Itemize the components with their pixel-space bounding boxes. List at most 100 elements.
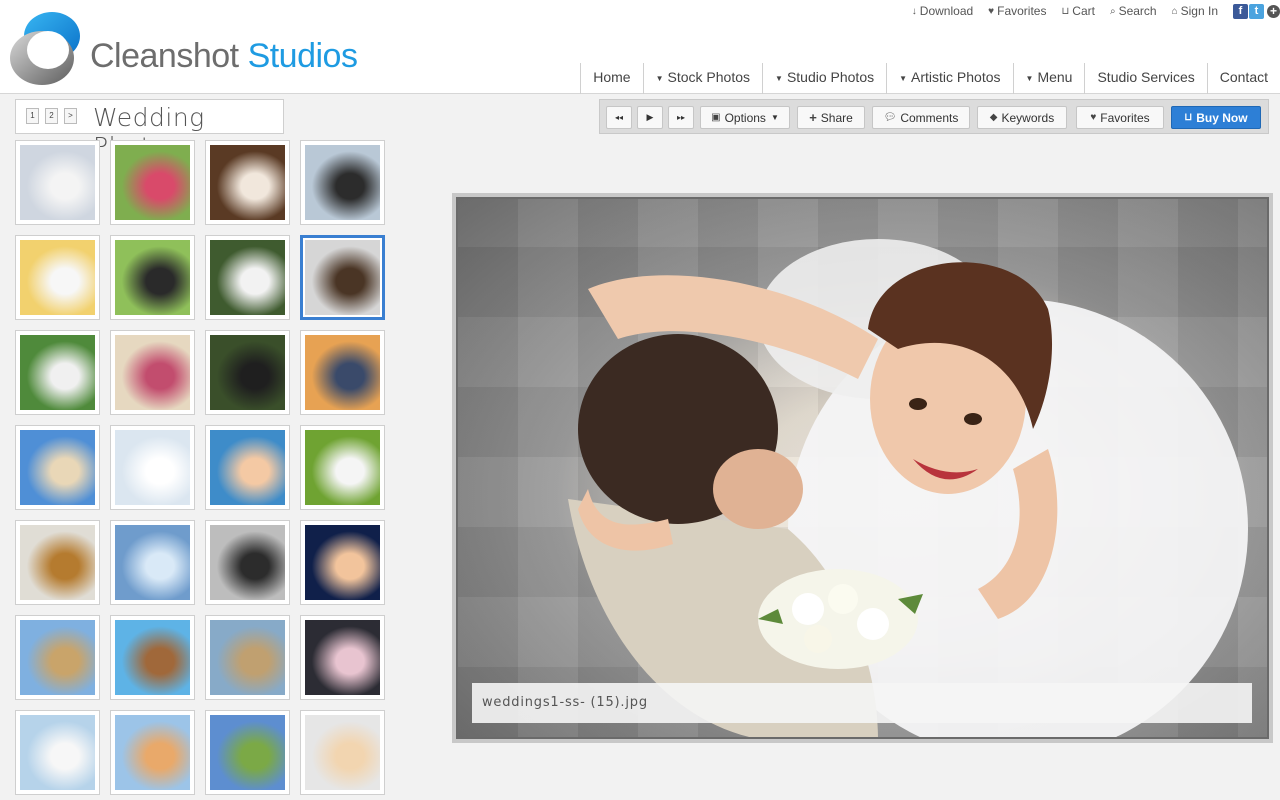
search-label: Search — [1118, 4, 1157, 18]
thumbnail-28[interactable] — [300, 710, 385, 795]
page-1-button[interactable]: 1 — [26, 108, 39, 124]
cart-label: Cart — [1072, 4, 1095, 18]
thumbnail-2[interactable] — [110, 140, 195, 225]
thumbnail-4[interactable] — [300, 140, 385, 225]
rewind-icon: ◂◂ — [614, 113, 624, 122]
comments-button[interactable]: 💬︎ Comments — [872, 106, 970, 129]
gallery-header: 1 2 > Wedding Photos — [15, 99, 284, 161]
thumbnail-10[interactable] — [110, 330, 195, 415]
options-dropdown[interactable]: ▣ Options ▼ — [700, 106, 790, 129]
add-share-icon[interactable]: + — [1267, 4, 1280, 18]
thumbnail-22[interactable] — [110, 615, 195, 700]
thumbnail-15[interactable] — [205, 425, 290, 510]
nav-studio-services[interactable]: Studio Services — [1084, 63, 1206, 94]
thumbnail-6[interactable] — [110, 235, 195, 320]
play-icon: ▶ — [646, 112, 654, 122]
search-link[interactable]: ⌕ Search — [1110, 4, 1157, 18]
logo-word-studios: Studios — [247, 37, 358, 75]
cart-icon: ⊔ — [1184, 112, 1193, 123]
twitter-icon[interactable]: t — [1249, 3, 1264, 19]
thumbnail-25[interactable] — [15, 710, 100, 795]
nav-label: Studio Photos — [786, 69, 875, 85]
keywords-label: Keywords — [1001, 110, 1055, 125]
buy-now-label: Buy Now — [1196, 110, 1248, 125]
chevron-down-icon: ▼ — [775, 73, 783, 83]
nav-studio-photos[interactable]: ▼ Studio Photos — [762, 63, 886, 94]
heart-icon: ♥ — [988, 5, 995, 17]
chevron-down-icon: ▼ — [770, 113, 779, 122]
couple-photo-illustration — [568, 239, 1248, 737]
thumbnail-9[interactable] — [15, 330, 100, 415]
nav-artistic-photos[interactable]: ▼ Artistic Photos — [886, 63, 1012, 94]
thumbnail-11[interactable] — [205, 330, 290, 415]
nav-label: Artistic Photos — [911, 69, 1001, 85]
page-2-button[interactable]: 2 — [45, 108, 58, 124]
social-links: f t + — [1233, 3, 1280, 19]
favorites-button[interactable]: ♥ Favorites — [1076, 106, 1164, 129]
thumbnail-image — [210, 240, 285, 315]
thumbnail-21[interactable] — [15, 615, 100, 700]
thumbnail-image — [115, 430, 190, 505]
thumbnail-20[interactable] — [300, 520, 385, 605]
thumbnail-12[interactable] — [300, 330, 385, 415]
site-logo[interactable]: Cleanshot Studios — [8, 10, 378, 86]
thumbnail-3[interactable] — [205, 140, 290, 225]
thumbnail-image — [115, 240, 190, 315]
download-link[interactable]: ↓ Download — [912, 4, 973, 18]
photo-filename: weddings1-ss- (15).jpg — [482, 695, 648, 710]
thumbnail-7[interactable] — [205, 235, 290, 320]
nav-stock-photos[interactable]: ▼ Stock Photos — [642, 63, 762, 94]
thumbnail-image — [20, 240, 95, 315]
thumbnail-image — [210, 715, 285, 790]
thumbnail-24[interactable] — [300, 615, 385, 700]
thumbnail-image — [115, 145, 190, 220]
sign-in-link[interactable]: ⌂ Sign In — [1172, 4, 1218, 18]
thumbnail-18[interactable] — [110, 520, 195, 605]
nav-label: Menu — [1037, 69, 1073, 85]
main-nav: Home ▼ Stock Photos ▼ Studio Photos ▼ Artistic… — [580, 63, 1280, 94]
cart-link[interactable]: ⊔ Cart — [1061, 4, 1094, 18]
thumbnail-image — [115, 335, 190, 410]
thumbnail-26[interactable] — [110, 710, 195, 795]
favorites-label: Favorites — [997, 4, 1047, 18]
thumbnail-image — [115, 620, 190, 695]
facebook-icon[interactable]: f — [1233, 3, 1248, 19]
thumbnail-image — [305, 715, 380, 790]
thumbnail-13[interactable] — [15, 425, 100, 510]
comment-icon: 💬︎ — [883, 112, 897, 123]
thumbnail-1[interactable] — [15, 140, 100, 225]
thumbnail-17[interactable] — [15, 520, 100, 605]
thumbnail-image — [20, 145, 95, 220]
thumbnail-27[interactable] — [205, 710, 290, 795]
search-icon: ⌕ — [1109, 5, 1116, 17]
thumbnail-image — [210, 145, 285, 220]
comments-label: Comments — [900, 110, 959, 125]
chevron-down-icon: ▼ — [655, 73, 664, 83]
next-page-button[interactable]: > — [64, 108, 77, 124]
thumbnail-16[interactable] — [300, 425, 385, 510]
thumbnail-image — [20, 715, 95, 790]
nav-contact[interactable]: Contact — [1206, 63, 1280, 94]
nav-home[interactable]: Home — [580, 63, 642, 94]
thumbnail-19[interactable] — [205, 520, 290, 605]
thumbnail-image — [305, 620, 380, 695]
nav-menu[interactable]: ▼ Menu — [1012, 63, 1085, 94]
buy-now-button[interactable]: ⊔ Buy Now — [1171, 106, 1261, 129]
main-photo[interactable]: weddings1-ss- (15).jpg — [456, 197, 1269, 739]
keywords-button[interactable]: ◆ Keywords — [977, 106, 1067, 129]
share-button[interactable]: + Share — [797, 106, 865, 129]
thumbnail-8[interactable] — [300, 235, 385, 320]
chevron-down-icon: ▼ — [1025, 73, 1034, 83]
site-header: Cleanshot Studios ↓ Download ♥ Favorites… — [0, 0, 1280, 94]
next-photo-button[interactable]: ▸▸ — [668, 106, 694, 129]
heart-icon: ♥ — [1090, 112, 1097, 123]
download-icon: ↓ — [911, 5, 917, 17]
thumbnail-14[interactable] — [110, 425, 195, 510]
thumbnail-23[interactable] — [205, 615, 290, 700]
thumbnail-5[interactable] — [15, 235, 100, 320]
thumbnail-image — [115, 525, 190, 600]
favorites-link[interactable]: ♥ Favorites — [988, 4, 1046, 18]
previous-photo-button[interactable]: ◂◂ — [606, 106, 632, 129]
slideshow-play-button[interactable]: ▶ — [637, 106, 663, 129]
chevron-down-icon: ▼ — [899, 73, 908, 83]
